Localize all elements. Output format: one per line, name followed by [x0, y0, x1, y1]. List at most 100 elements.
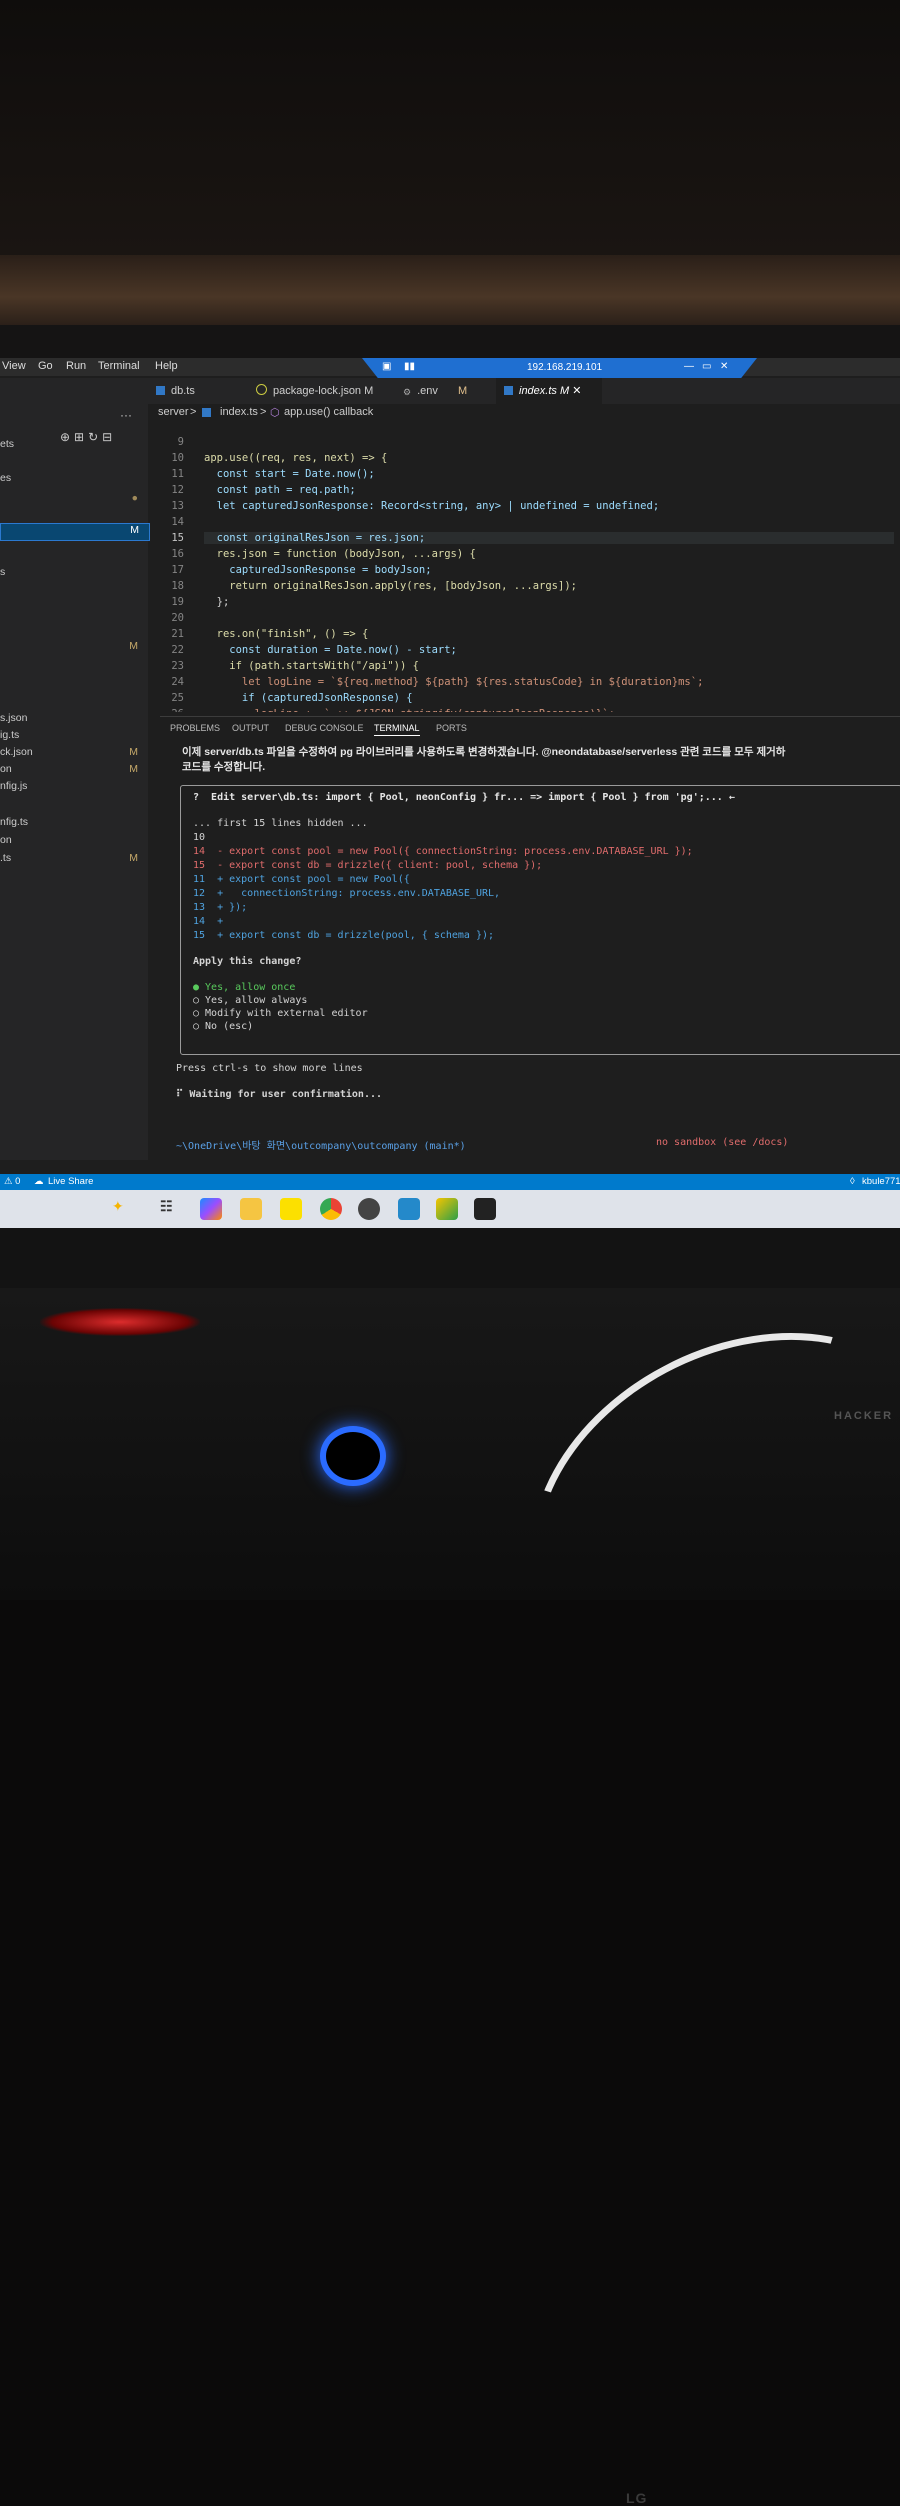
tree-item[interactable]: ets — [0, 438, 148, 452]
tab-output[interactable]: OUTPUT — [232, 723, 269, 733]
monitor-screen: View Go Run Terminal Help ▣ ▮▮ 192.168.2… — [0, 358, 900, 1228]
tab-index-ts[interactable]: index.ts M ✕ — [496, 378, 602, 404]
code-editor[interactable]: 9 10 11 12 13 14 15 16 17 18 19 20 21 22… — [160, 432, 900, 712]
tab-package-lock[interactable]: package-lock.json M — [256, 378, 391, 404]
settings-icon: ⚙ — [403, 387, 412, 397]
monitor-bezel-top — [0, 325, 900, 358]
explorer-sidebar: ··· ⊕⊞↻⊟ ets es ● M s M s.json ig.ts ck.… — [0, 378, 150, 1160]
diff-line-added: 14 + — [193, 916, 224, 927]
tab-terminal[interactable]: TERMINAL — [374, 723, 420, 736]
sandbox-status: no sandbox (see /docs) — [656, 1137, 789, 1148]
tab-problems[interactable]: PROBLEMS — [170, 723, 220, 733]
code-line: res.json = function (bodyJson, ...args) … — [204, 548, 476, 560]
liveshare-button[interactable]: Live Share — [48, 1176, 93, 1187]
line-number: 20 — [171, 612, 184, 624]
breadcrumb-separator: > — [260, 406, 267, 418]
tab-ports[interactable]: PORTS — [436, 723, 467, 733]
breadcrumb-file[interactable]: index.ts — [220, 406, 258, 418]
code-line: return originalResJson.apply(res, [bodyJ… — [204, 580, 577, 592]
diff-line-added: 12 + connectionString: process.env.DATAB… — [193, 888, 501, 899]
diff-line-added: 13 + }); — [193, 902, 248, 913]
edit-header: ? Edit server\db.ts: import { Pool, neon… — [193, 792, 735, 803]
message-line: 코드를 수정합니다. — [182, 761, 266, 773]
tree-item[interactable]: on — [0, 834, 148, 848]
task-view-icon[interactable]: ☷ — [160, 1198, 182, 1220]
remote-desktop-bar[interactable]: ▣ ▮▮ 192.168.219.101 — ▭ ✕ — [362, 358, 757, 378]
code-line: let logLine = `${req.method} ${path} ${r… — [204, 676, 704, 688]
tree-item[interactable]: on M — [0, 763, 148, 777]
tree-item[interactable]: nfig.ts — [0, 816, 148, 830]
tree-item[interactable]: es — [0, 472, 148, 486]
tree-item[interactable]: M — [0, 640, 148, 654]
terminal-icon[interactable] — [474, 1198, 496, 1220]
warnings-count[interactable]: ⚠ 0 — [4, 1176, 20, 1187]
kakaotalk-icon[interactable] — [280, 1198, 302, 1220]
code-line-current: const originalResJson = res.json; — [204, 532, 894, 544]
pin-icon[interactable]: ▣ — [382, 361, 391, 372]
breadcrumb-separator: > — [190, 406, 197, 418]
more-icon[interactable]: ··· — [120, 408, 132, 422]
menu-terminal[interactable]: Terminal — [98, 360, 140, 372]
diff-line-added: 11 + export const pool = new Pool({ — [193, 874, 410, 885]
close-tab-icon[interactable]: ✕ — [572, 385, 581, 397]
minimize-icon[interactable]: — — [684, 361, 694, 372]
working-directory: ~\OneDrive\바탕 화면\outcompany\outcompany (… — [176, 1141, 466, 1152]
close-icon[interactable]: ✕ — [720, 361, 728, 372]
background-wall — [0, 0, 900, 255]
line-number: 18 — [171, 580, 184, 592]
breadcrumb-symbol[interactable]: app.use() callback — [284, 406, 373, 418]
tree-item[interactable]: ck.json M — [0, 746, 148, 760]
option-allow-always[interactable]: ○ Yes, allow always — [193, 995, 307, 1006]
code-line: const start = Date.now(); — [204, 468, 375, 480]
app-icon[interactable] — [358, 1198, 380, 1220]
menu-help[interactable]: Help — [155, 360, 178, 372]
user-name[interactable]: kbule771 — [862, 1176, 900, 1187]
account-icon: ◊ — [850, 1176, 855, 1187]
typescript-icon — [202, 408, 211, 417]
waiting-status: ⠏ Waiting for user confirmation... — [176, 1089, 383, 1100]
line-number: 9 — [177, 436, 184, 448]
tree-item[interactable]: nfig.js — [0, 780, 148, 794]
code-line: res.on("finish", () => { — [204, 628, 369, 640]
code-line: const path = req.path; — [204, 484, 356, 496]
tree-item[interactable]: ● — [0, 492, 148, 506]
code-line: }; — [204, 596, 230, 608]
copilot-icon[interactable] — [200, 1198, 222, 1220]
tree-item[interactable]: .ts M — [0, 852, 148, 866]
line-number: 12 — [171, 484, 184, 496]
tree-item[interactable]: s.json — [0, 712, 148, 726]
menu-run[interactable]: Run — [66, 360, 86, 372]
tab-env[interactable]: ⚙ .env — [403, 378, 453, 404]
tab-db-ts[interactable]: db.ts — [156, 378, 246, 404]
hidden-lines-note: ... first 15 lines hidden ... — [193, 818, 368, 829]
white-cable — [471, 1288, 900, 1600]
line-number: 17 — [171, 564, 184, 576]
tree-item[interactable]: ig.ts — [0, 729, 148, 743]
tree-item-selected[interactable]: M — [0, 523, 150, 541]
breadcrumb-folder[interactable]: server — [158, 406, 189, 418]
line-number: 19 — [171, 596, 184, 608]
tab-debug-console[interactable]: DEBUG CONSOLE — [285, 723, 364, 733]
tab-env-modified: M — [458, 385, 468, 397]
diff-line-removed: 15 - export const db = drizzle({ client:… — [193, 860, 543, 871]
diff-line-added: 15 + export const db = drizzle(pool, { s… — [193, 930, 495, 941]
tree-item[interactable]: s — [0, 566, 148, 580]
vscode-icon[interactable] — [398, 1198, 420, 1220]
restore-icon[interactable]: ▭ — [702, 361, 711, 372]
blue-light-ring — [320, 1426, 386, 1486]
windows-taskbar: ✦ ☷ — [0, 1190, 900, 1228]
line-number: 26 — [160, 708, 184, 712]
chrome-icon[interactable] — [320, 1198, 342, 1220]
line-number: 25 — [171, 692, 184, 704]
menu-view[interactable]: View — [2, 360, 26, 372]
app-icon[interactable] — [436, 1198, 458, 1220]
line-number: 21 — [171, 628, 184, 640]
option-allow-once[interactable]: ● Yes, allow once — [193, 982, 295, 993]
typescript-icon — [504, 386, 513, 395]
editor-tabs: db.ts package-lock.json M ⚙ .env M index.… — [148, 378, 900, 404]
option-no[interactable]: ○ No (esc) — [193, 1021, 253, 1032]
menu-go[interactable]: Go — [38, 360, 53, 372]
option-external-editor[interactable]: ○ Modify with external editor — [193, 1008, 368, 1019]
file-explorer-icon[interactable] — [240, 1198, 262, 1220]
line-number: 16 — [171, 548, 184, 560]
